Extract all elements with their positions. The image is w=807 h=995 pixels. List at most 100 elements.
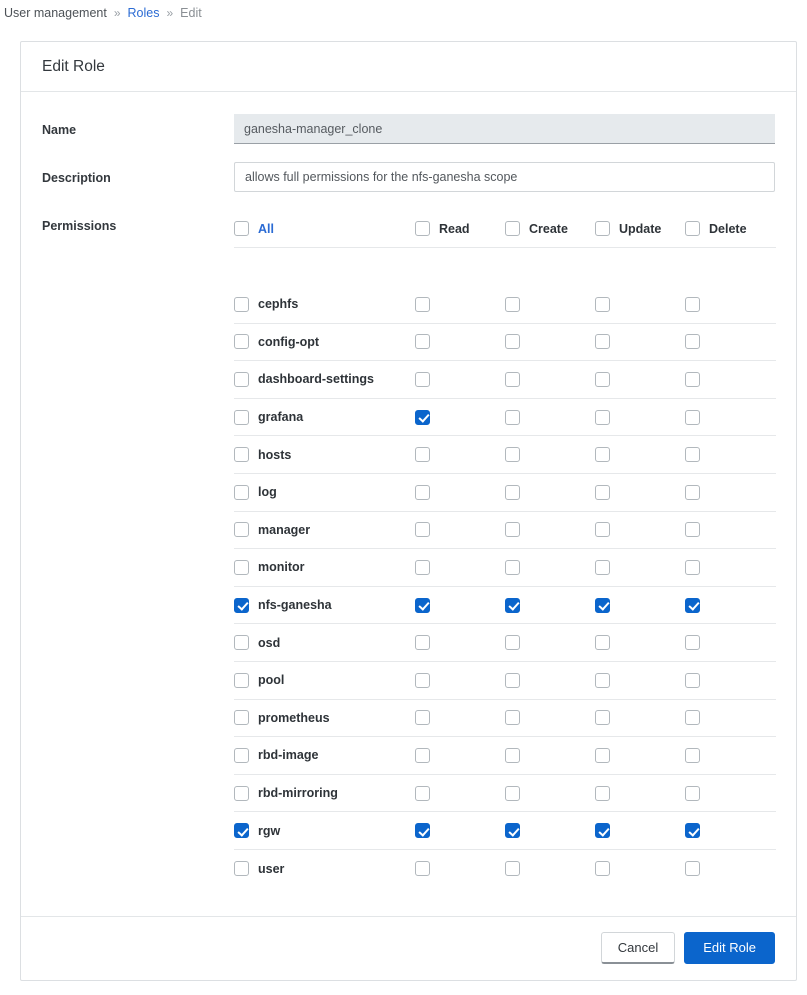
scope-checkbox-config-opt[interactable]: [234, 334, 249, 350]
perm-checkbox-prometheus-update[interactable]: [595, 710, 610, 726]
perm-checkbox-monitor-delete[interactable]: [685, 559, 700, 575]
scope-cell-osd[interactable]: osd: [234, 635, 415, 651]
scope-cell-config-opt[interactable]: config-opt: [234, 334, 415, 350]
scope-checkbox-monitor[interactable]: [234, 559, 249, 575]
perm-cell-manager-update[interactable]: [595, 522, 685, 538]
perm-checkbox-user-delete[interactable]: [685, 861, 700, 877]
perm-cell-grafana-delete[interactable]: [685, 409, 776, 425]
scope-checkbox-nfs-ganesha[interactable]: [234, 597, 249, 613]
header-cell-create[interactable]: Create: [505, 221, 595, 236]
perm-checkbox-manager-delete[interactable]: [685, 522, 700, 538]
perm-cell-monitor-read[interactable]: [415, 559, 505, 575]
scope-checkbox-prometheus[interactable]: [234, 710, 249, 726]
perm-checkbox-prometheus-delete[interactable]: [685, 710, 700, 726]
perm-checkbox-user-read[interactable]: [415, 861, 430, 877]
update-column-checkbox[interactable]: [595, 221, 610, 236]
scope-checkbox-cephfs[interactable]: [234, 296, 249, 312]
perm-checkbox-rgw-create[interactable]: [505, 823, 520, 839]
perm-cell-rbd-image-delete[interactable]: [685, 747, 776, 763]
perm-checkbox-config-opt-delete[interactable]: [685, 334, 700, 350]
perm-checkbox-monitor-create[interactable]: [505, 559, 520, 575]
all-checkbox[interactable]: [234, 221, 249, 236]
perm-cell-prometheus-create[interactable]: [505, 710, 595, 726]
perm-checkbox-dashboard-settings-update[interactable]: [595, 371, 610, 387]
perm-cell-cephfs-create[interactable]: [505, 296, 595, 312]
perm-cell-rbd-mirroring-update[interactable]: [595, 785, 685, 801]
perm-cell-manager-delete[interactable]: [685, 522, 776, 538]
perm-checkbox-dashboard-settings-read[interactable]: [415, 371, 430, 387]
header-cell-read[interactable]: Read: [415, 221, 505, 236]
perm-checkbox-dashboard-settings-delete[interactable]: [685, 371, 700, 387]
scope-checkbox-log[interactable]: [234, 484, 249, 500]
header-cell-delete[interactable]: Delete: [685, 221, 776, 236]
scope-cell-hosts[interactable]: hosts: [234, 447, 415, 463]
perm-checkbox-log-create[interactable]: [505, 484, 520, 500]
perm-cell-hosts-update[interactable]: [595, 447, 685, 463]
perm-checkbox-osd-update[interactable]: [595, 635, 610, 651]
perm-cell-dashboard-settings-delete[interactable]: [685, 371, 776, 387]
perm-cell-log-update[interactable]: [595, 484, 685, 500]
scope-checkbox-dashboard-settings[interactable]: [234, 371, 249, 387]
perm-checkbox-osd-delete[interactable]: [685, 635, 700, 651]
perm-checkbox-grafana-read[interactable]: [415, 409, 430, 425]
perm-checkbox-monitor-update[interactable]: [595, 559, 610, 575]
header-cell-update[interactable]: Update: [595, 221, 685, 236]
perm-cell-osd-read[interactable]: [415, 635, 505, 651]
perm-checkbox-hosts-create[interactable]: [505, 447, 520, 463]
scope-cell-rgw[interactable]: rgw: [234, 823, 415, 839]
scope-cell-monitor[interactable]: monitor: [234, 559, 415, 575]
scope-checkbox-rbd-mirroring[interactable]: [234, 785, 249, 801]
perm-cell-nfs-ganesha-read[interactable]: [415, 597, 505, 613]
perm-cell-user-delete[interactable]: [685, 861, 776, 877]
perm-checkbox-log-update[interactable]: [595, 484, 610, 500]
perm-checkbox-log-read[interactable]: [415, 484, 430, 500]
read-column-checkbox[interactable]: [415, 221, 430, 236]
perm-checkbox-grafana-create[interactable]: [505, 409, 520, 425]
perm-checkbox-rgw-read[interactable]: [415, 823, 430, 839]
perm-checkbox-cephfs-update[interactable]: [595, 296, 610, 312]
perm-checkbox-manager-update[interactable]: [595, 522, 610, 538]
scope-cell-rbd-mirroring[interactable]: rbd-mirroring: [234, 785, 415, 801]
perm-cell-config-opt-delete[interactable]: [685, 334, 776, 350]
scope-cell-prometheus[interactable]: prometheus: [234, 710, 415, 726]
perm-checkbox-hosts-delete[interactable]: [685, 447, 700, 463]
scope-checkbox-rgw[interactable]: [234, 823, 249, 839]
perm-checkbox-nfs-ganesha-create[interactable]: [505, 597, 520, 613]
perm-checkbox-rbd-image-create[interactable]: [505, 747, 520, 763]
perm-cell-pool-create[interactable]: [505, 672, 595, 688]
perm-cell-nfs-ganesha-delete[interactable]: [685, 597, 776, 613]
header-cell-all[interactable]: All: [234, 221, 415, 236]
description-input[interactable]: [234, 162, 775, 192]
perm-checkbox-cephfs-read[interactable]: [415, 296, 430, 312]
delete-column-checkbox[interactable]: [685, 221, 700, 236]
breadcrumb-item-roles[interactable]: Roles: [128, 6, 160, 20]
perm-cell-dashboard-settings-create[interactable]: [505, 371, 595, 387]
perm-checkbox-log-delete[interactable]: [685, 484, 700, 500]
perm-cell-prometheus-delete[interactable]: [685, 710, 776, 726]
scope-cell-rbd-image[interactable]: rbd-image: [234, 747, 415, 763]
edit-role-button[interactable]: Edit Role: [684, 932, 775, 964]
perm-checkbox-config-opt-read[interactable]: [415, 334, 430, 350]
cancel-button[interactable]: Cancel: [600, 932, 676, 964]
perm-cell-hosts-read[interactable]: [415, 447, 505, 463]
scope-cell-grafana[interactable]: grafana: [234, 409, 415, 425]
perm-checkbox-manager-read[interactable]: [415, 522, 430, 538]
scope-checkbox-user[interactable]: [234, 861, 249, 877]
perm-cell-rbd-image-create[interactable]: [505, 747, 595, 763]
perm-checkbox-manager-create[interactable]: [505, 522, 520, 538]
perm-cell-dashboard-settings-read[interactable]: [415, 371, 505, 387]
perm-cell-dashboard-settings-update[interactable]: [595, 371, 685, 387]
scope-cell-cephfs[interactable]: cephfs: [234, 296, 415, 312]
perm-checkbox-rbd-image-delete[interactable]: [685, 747, 700, 763]
scope-cell-pool[interactable]: pool: [234, 672, 415, 688]
perm-checkbox-rbd-mirroring-read[interactable]: [415, 785, 430, 801]
perm-cell-rbd-mirroring-delete[interactable]: [685, 785, 776, 801]
perm-cell-rbd-image-read[interactable]: [415, 747, 505, 763]
perm-cell-hosts-create[interactable]: [505, 447, 595, 463]
perm-cell-pool-read[interactable]: [415, 672, 505, 688]
perm-cell-rbd-mirroring-read[interactable]: [415, 785, 505, 801]
perm-checkbox-user-create[interactable]: [505, 861, 520, 877]
perm-cell-log-read[interactable]: [415, 484, 505, 500]
perm-cell-monitor-update[interactable]: [595, 559, 685, 575]
perm-checkbox-rgw-delete[interactable]: [685, 823, 700, 839]
